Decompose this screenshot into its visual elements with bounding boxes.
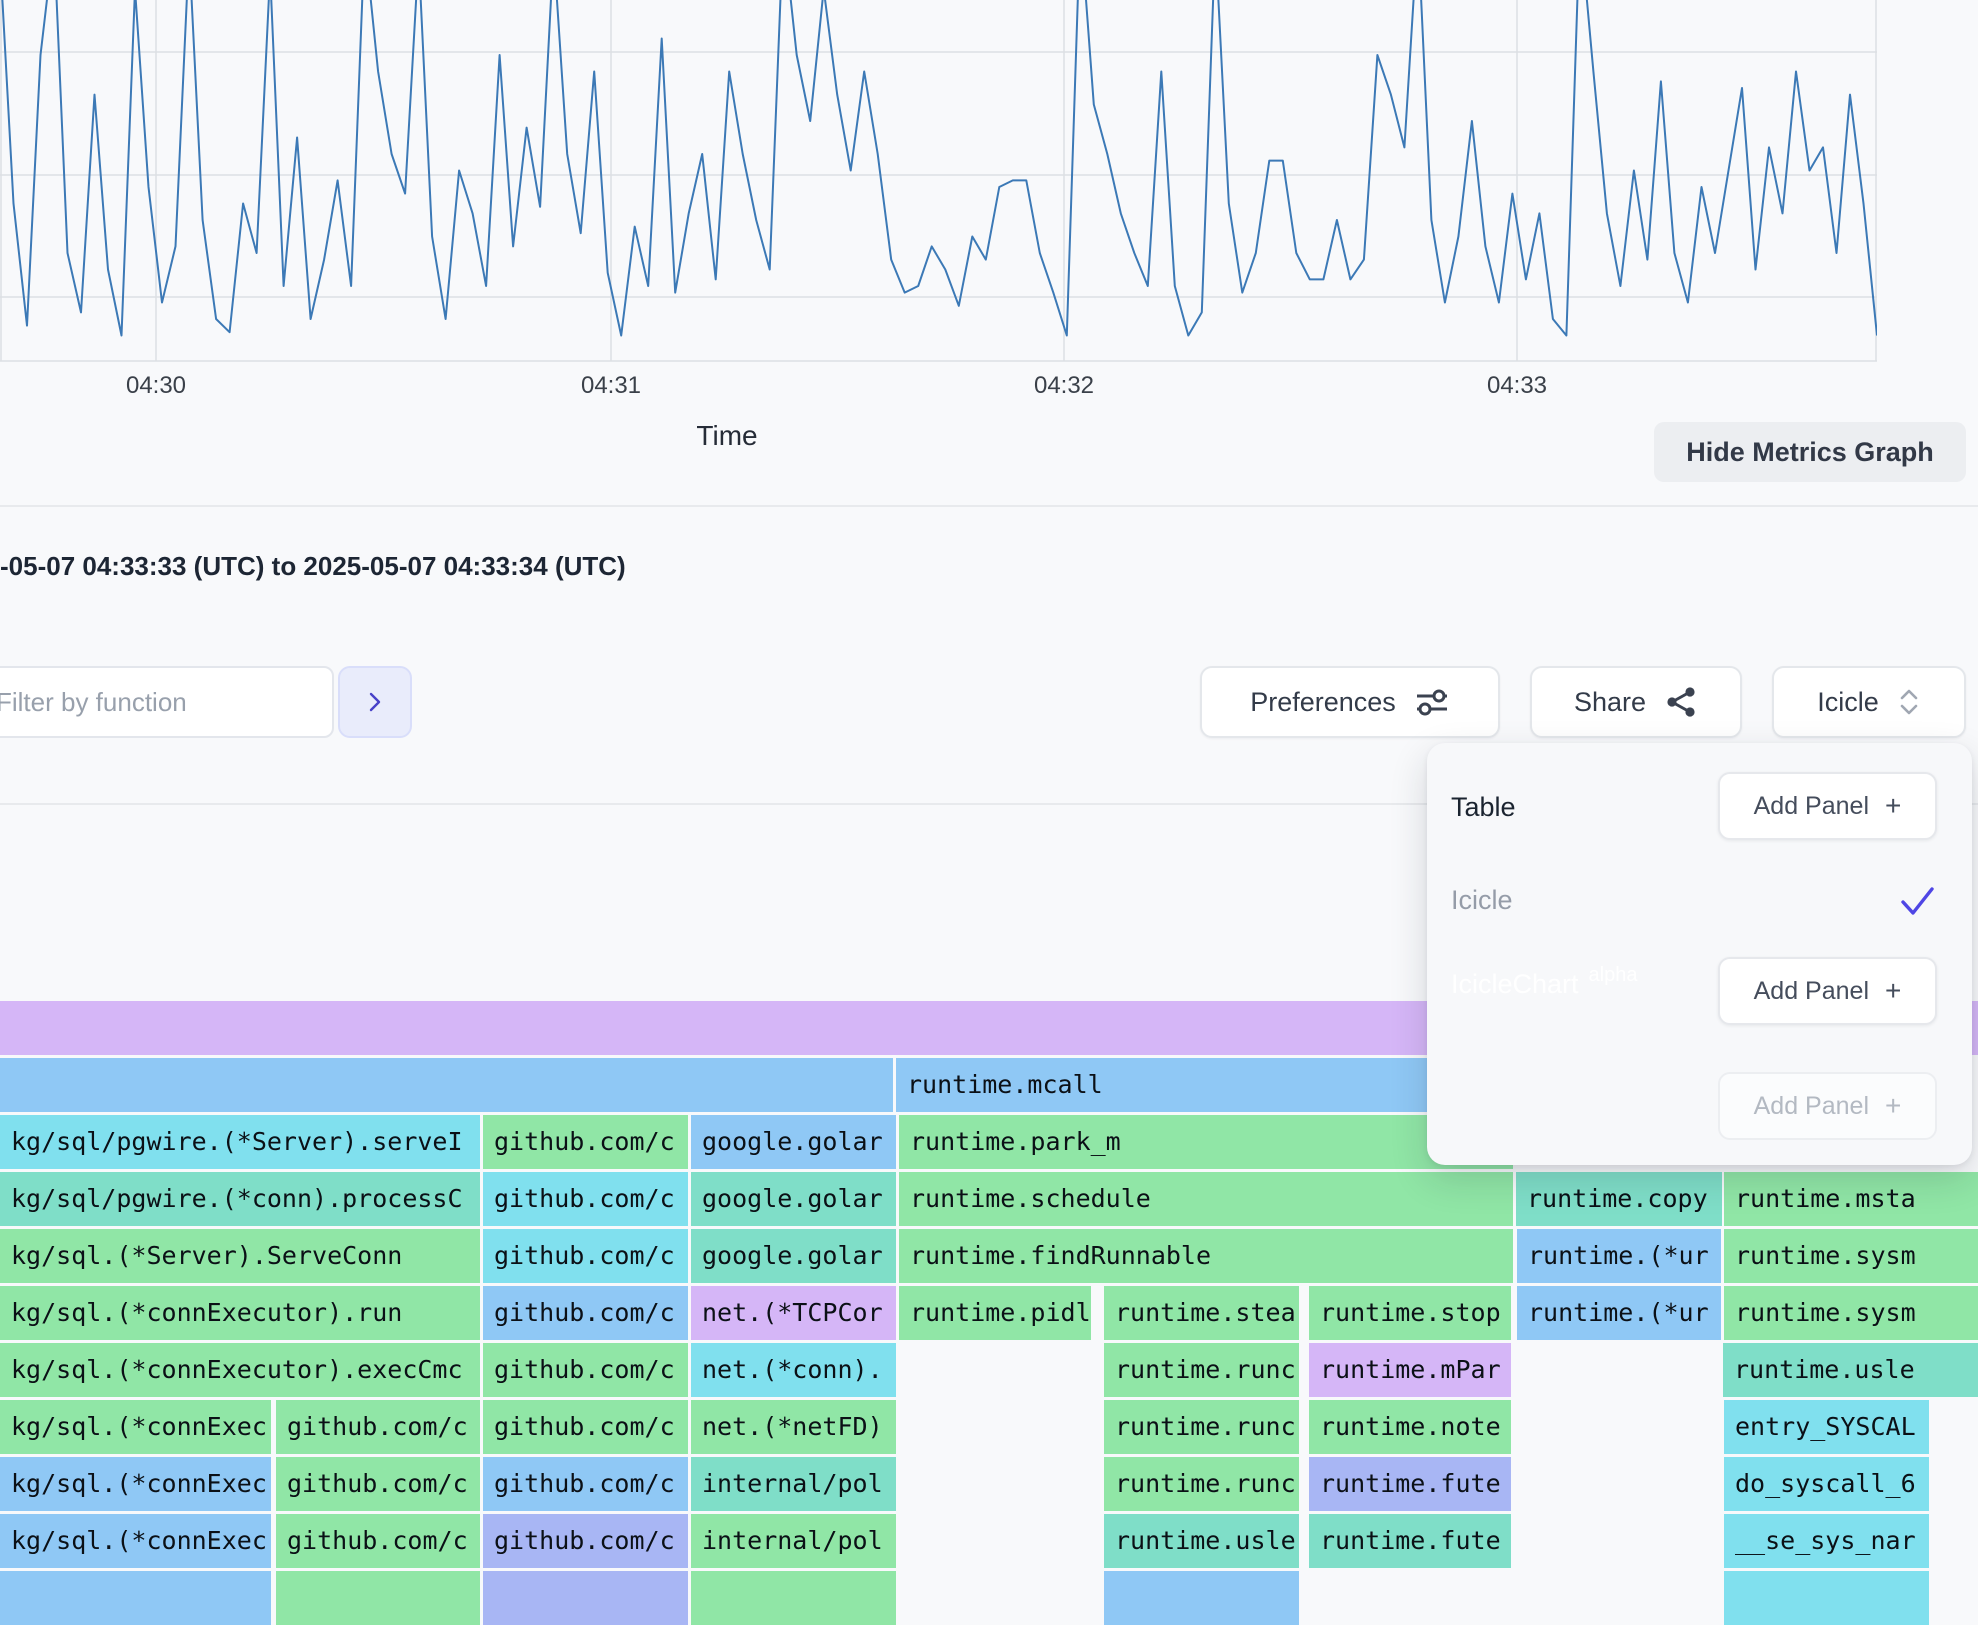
flame-cell[interactable] <box>0 1058 893 1112</box>
add-panel-disabled-button: Add Panel + <box>1718 1072 1937 1140</box>
flame-cell[interactable]: net.(*TCPCor <box>691 1286 896 1340</box>
flame-cell[interactable] <box>0 1571 271 1625</box>
flame-row: kg/sql/pgwire.(*conn).processCgithub.com… <box>0 1172 1978 1226</box>
flame-cell[interactable]: runtime.usle <box>1104 1514 1299 1568</box>
flame-cell[interactable]: kg/sql.(*Server).ServeConn <box>0 1229 480 1283</box>
flame-cell[interactable]: runtime.stop <box>1309 1286 1511 1340</box>
plus-icon: + <box>1885 790 1901 822</box>
flame-cell[interactable]: runtime.usle <box>1723 1343 1978 1397</box>
flame-cell[interactable] <box>691 1571 896 1625</box>
flame-cell[interactable]: kg/sql.(*connExec <box>0 1400 271 1454</box>
flame-cell[interactable]: runtime.msta <box>1724 1172 1978 1226</box>
flame-cell[interactable] <box>276 1571 480 1625</box>
flame-cell[interactable]: internal/pol <box>691 1457 896 1511</box>
flame-cell[interactable]: runtime.park_m <box>899 1115 1513 1169</box>
flame-cell[interactable]: runtime.fute <box>1309 1457 1511 1511</box>
flame-cell[interactable]: runtime.runc <box>1104 1400 1299 1454</box>
menu-item-table[interactable]: Table <box>1451 792 1516 823</box>
add-panel-table-button[interactable]: Add Panel + <box>1718 772 1937 840</box>
flame-cell[interactable]: github.com/c <box>483 1514 688 1568</box>
flame-cell[interactable] <box>1724 1571 1929 1625</box>
flame-row: kg/sql.(*Server).ServeConngithub.com/cgo… <box>0 1229 1978 1283</box>
flame-cell[interactable]: runtime.mPar <box>1309 1343 1511 1397</box>
flame-cell[interactable]: runtime.(*ur <box>1517 1229 1721 1283</box>
flame-cell[interactable]: google.golar <box>691 1229 896 1283</box>
profiler-app: { "chart_data": { "type": "line", "title… <box>0 0 1978 1578</box>
flame-cell[interactable]: runtime.note <box>1309 1400 1511 1454</box>
flame-cell[interactable]: runtime.fute <box>1309 1514 1511 1568</box>
flame-cell[interactable] <box>483 1571 688 1625</box>
flame-row: kg/sql.(*connExecgithub.com/cgithub.com/… <box>0 1457 1978 1511</box>
flame-cell[interactable]: runtime.sysm <box>1724 1286 1978 1340</box>
flame-cell[interactable]: runtime.pidl <box>899 1286 1091 1340</box>
flame-row <box>0 1571 1978 1625</box>
add-panel-label: Add Panel <box>1754 792 1869 821</box>
flame-cell[interactable]: kg/sql/pgwire.(*conn).processC <box>0 1172 480 1226</box>
flame-cell[interactable]: runtime.stea <box>1104 1286 1299 1340</box>
flame-cell[interactable]: runtime.findRunnable <box>899 1229 1513 1283</box>
flame-cell[interactable]: net.(*netFD) <box>691 1400 896 1454</box>
flame-cell[interactable]: github.com/c <box>276 1457 480 1511</box>
flame-cell[interactable]: github.com/c <box>483 1400 688 1454</box>
menu-item-iciclechart[interactable]: IcicleChartalpha Add Panel + <box>1427 938 1972 1044</box>
flame-cell[interactable]: runtime.schedule <box>899 1172 1513 1226</box>
add-panel-iciclechart-button[interactable]: Add Panel + <box>1718 957 1937 1025</box>
flame-cell[interactable]: google.golar <box>691 1115 896 1169</box>
flame-cell[interactable]: internal/pol <box>691 1514 896 1568</box>
flame-row: kg/sql.(*connExecutor).execCmcgithub.com… <box>0 1343 1978 1397</box>
flame-cell[interactable]: github.com/c <box>483 1229 688 1283</box>
plus-icon: + <box>1885 975 1901 1007</box>
flame-cell[interactable] <box>1104 1571 1299 1625</box>
flame-row: kg/sql.(*connExecutor).rungithub.com/cne… <box>0 1286 1978 1340</box>
check-icon <box>1899 885 1937 919</box>
flame-cell[interactable]: kg/sql.(*connExec <box>0 1514 271 1568</box>
flame-cell[interactable]: kg/sql.(*connExecutor).run <box>0 1286 480 1340</box>
flame-row: kg/sql.(*connExecgithub.com/cgithub.com/… <box>0 1400 1978 1454</box>
flame-cell[interactable]: kg/sql.(*connExec <box>0 1457 271 1511</box>
iciclechart-label: IcicleChartalpha <box>1451 969 1637 1000</box>
alpha-badge: alpha <box>1589 964 1638 986</box>
flame-cell[interactable]: kg/sql.(*connExecutor).execCmc <box>0 1343 480 1397</box>
flame-cell[interactable]: runtime.runc <box>1104 1343 1299 1397</box>
flame-cell[interactable]: github.com/c <box>483 1343 688 1397</box>
flame-cell[interactable]: runtime.runc <box>1104 1457 1299 1511</box>
flame-cell[interactable]: github.com/c <box>276 1400 480 1454</box>
flame-cell[interactable]: __se_sys_nar <box>1724 1514 1929 1568</box>
menu-item-icicle[interactable]: Icicle <box>1451 885 1513 916</box>
flame-cell[interactable]: github.com/c <box>483 1457 688 1511</box>
flame-cell[interactable]: github.com/c <box>483 1172 688 1226</box>
flame-cell[interactable]: runtime.(*ur <box>1517 1286 1721 1340</box>
flame-cell[interactable]: entry_SYSCAL <box>1724 1400 1929 1454</box>
flame-cell[interactable]: github.com/c <box>276 1514 480 1568</box>
flame-row: kg/sql.(*connExecgithub.com/cgithub.com/… <box>0 1514 1978 1568</box>
flame-cell[interactable]: do_syscall_6 <box>1724 1457 1929 1511</box>
flame-cell[interactable]: kg/sql/pgwire.(*Server).serveI <box>0 1115 480 1169</box>
add-panel-label: Add Panel <box>1754 1092 1869 1121</box>
view-dropdown-menu: Table Add Panel + Icicle IcicleChartalph… <box>1427 743 1972 1165</box>
flame-cell[interactable]: github.com/c <box>483 1115 688 1169</box>
flame-cell[interactable]: github.com/c <box>483 1286 688 1340</box>
plus-icon: + <box>1885 1090 1901 1122</box>
flame-cell[interactable]: net.(*conn). <box>691 1343 896 1397</box>
flame-cell[interactable]: runtime.sysm <box>1724 1229 1978 1283</box>
add-panel-label: Add Panel <box>1754 977 1869 1006</box>
flame-cell[interactable]: runtime.copy <box>1516 1172 1722 1226</box>
flame-cell[interactable]: google.golar <box>691 1172 896 1226</box>
flame-cell[interactable]: runtime.mcall <box>896 1058 1513 1112</box>
